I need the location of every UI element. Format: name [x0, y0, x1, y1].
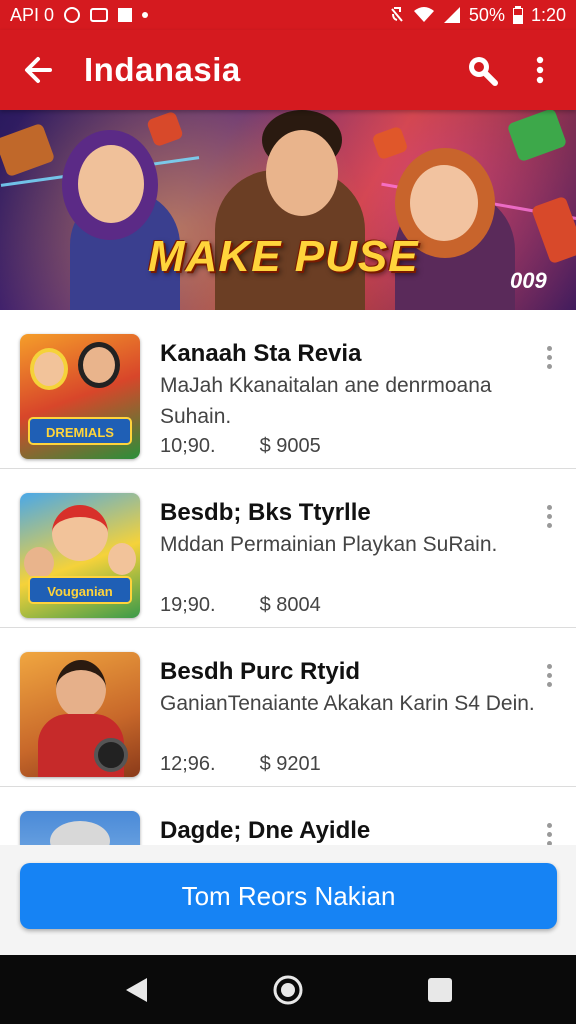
- status-bar: API 0 50% 1:20: [0, 0, 576, 30]
- thumb-label: Vouganian: [28, 576, 132, 604]
- thumb-character: [108, 543, 136, 575]
- game-thumbnail: [20, 652, 140, 777]
- promo-banner[interactable]: MAKE PUSE 009: [0, 110, 576, 310]
- item-price: $ 9201: [259, 753, 321, 775]
- signal-icon: [443, 7, 460, 23]
- thumb-character: [30, 348, 68, 390]
- item-more-button[interactable]: [538, 660, 560, 690]
- banner-character-center-face: [266, 130, 338, 216]
- banner-crate: [530, 195, 576, 265]
- item-title: Besdh Purc Rtyid: [160, 658, 361, 685]
- battery-icon: [512, 6, 523, 24]
- game-thumbnail: DREMIALS: [20, 334, 140, 459]
- nav-recents-button[interactable]: [415, 965, 465, 1015]
- banner-character-right-face: [410, 165, 478, 241]
- battery-percent: 50%: [468, 4, 505, 25]
- item-more-button[interactable]: [538, 342, 560, 372]
- list-item[interactable]: Besdh Purc Rtyid GanianTenaiante Akakan …: [0, 628, 576, 787]
- game-list: DREMIALS Kanaah Sta Revia MaJah Kkanaita…: [0, 310, 576, 845]
- nav-home-button[interactable]: [263, 965, 313, 1015]
- banner-crate: [0, 122, 56, 178]
- notification-icon: [90, 8, 109, 22]
- item-title: Dagde; Dne Ayidle: [160, 817, 371, 844]
- more-options-button[interactable]: [522, 50, 558, 90]
- primary-action-button[interactable]: Tom Reors Nakian: [20, 863, 557, 929]
- item-description: Mddan Permainian Playkan SuRain.: [160, 533, 498, 556]
- list-item[interactable]: Dagde; Dne Ayidle: [0, 787, 576, 845]
- item-title: Kanaah Sta Revia: [160, 340, 362, 367]
- item-more-button[interactable]: [538, 819, 560, 845]
- thumb-character: [56, 660, 106, 718]
- status-left: API 0: [10, 4, 149, 26]
- thumb-character: [50, 821, 110, 845]
- item-meta: 12;96. $ 9201: [160, 753, 321, 776]
- item-rating: 10;90.: [160, 435, 216, 457]
- thumb-label: DREMIALS: [28, 417, 132, 445]
- list-item[interactable]: Vouganian Besdb; Bks Ttyrlle Mddan Perma…: [0, 469, 576, 628]
- app-actions: [464, 50, 558, 90]
- item-rating: 12;96.: [160, 753, 216, 775]
- thumb-character: [24, 547, 54, 579]
- banner-title: MAKE PUSE: [148, 232, 419, 281]
- thumb-character: [52, 505, 108, 561]
- item-more-button[interactable]: [538, 501, 560, 531]
- status-carrier-text: API 0: [10, 4, 55, 25]
- banner-crate: [371, 125, 409, 161]
- item-rating: 19;90.: [160, 594, 216, 616]
- back-button[interactable]: [18, 50, 58, 90]
- system-nav-bar: [0, 955, 576, 1024]
- search-button[interactable]: [464, 50, 500, 90]
- item-meta: 10;90. $ 9005: [160, 435, 321, 458]
- banner-crate: [506, 110, 568, 163]
- status-time: 1:20: [530, 4, 566, 25]
- cta-container: Tom Reors Nakian: [0, 845, 576, 955]
- banner-character-left-face: [78, 145, 144, 223]
- camera-icon: [94, 738, 128, 772]
- wifi-icon: [413, 7, 434, 22]
- app-bar: Indanasia: [0, 30, 576, 110]
- arrow-left-icon: [25, 57, 52, 83]
- more-vertical-icon: [536, 56, 544, 84]
- mute-icon: [391, 7, 403, 22]
- status-right: 50% 1:20: [389, 5, 566, 26]
- nav-recents-icon: [428, 977, 452, 1002]
- item-price: $ 9005: [259, 435, 321, 457]
- app-title: Indanasia: [84, 51, 241, 88]
- dot-icon: [142, 12, 149, 18]
- banner-crate: [146, 110, 184, 148]
- nav-home-icon: [273, 975, 303, 1004]
- nav-back-icon: [126, 977, 147, 1002]
- game-thumbnail: [20, 811, 140, 845]
- item-description: MaJah Kkanaitalan ane denrmoana Suhain.: [160, 374, 492, 428]
- game-thumbnail: Vouganian: [20, 493, 140, 618]
- item-meta: 19;90. $ 8004: [160, 594, 321, 617]
- nav-back-button[interactable]: [111, 965, 161, 1015]
- search-icon: [469, 57, 498, 86]
- list-item[interactable]: DREMIALS Kanaah Sta Revia MaJah Kkanaita…: [0, 310, 576, 469]
- item-description: GanianTenaiante Akakan Karin S4 Dein.: [160, 692, 535, 715]
- alarm-icon: [64, 7, 81, 23]
- thumb-character: [78, 342, 120, 388]
- square-notification-icon: [118, 8, 133, 22]
- item-title: Besdb; Bks Ttyrlle: [160, 499, 371, 526]
- banner-tag: 009: [510, 268, 547, 293]
- item-price: $ 8004: [259, 594, 321, 616]
